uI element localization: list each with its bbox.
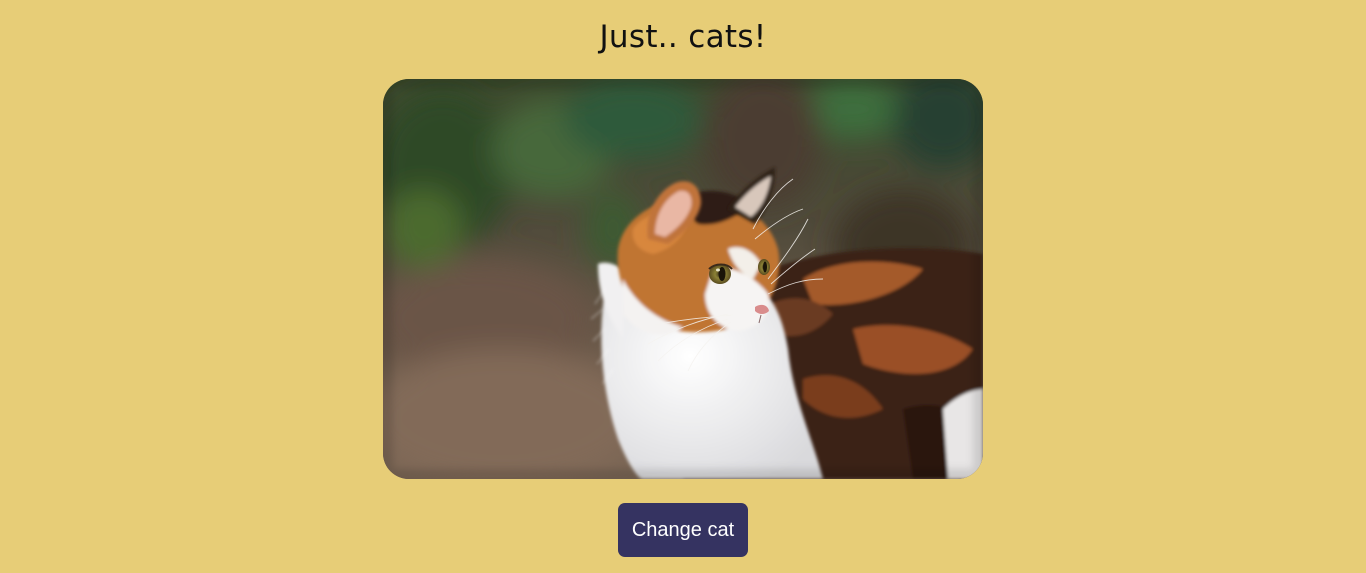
cat-photo [383,79,983,479]
change-cat-button[interactable]: Change cat [618,503,748,557]
page-title: Just.. cats! [599,19,767,55]
